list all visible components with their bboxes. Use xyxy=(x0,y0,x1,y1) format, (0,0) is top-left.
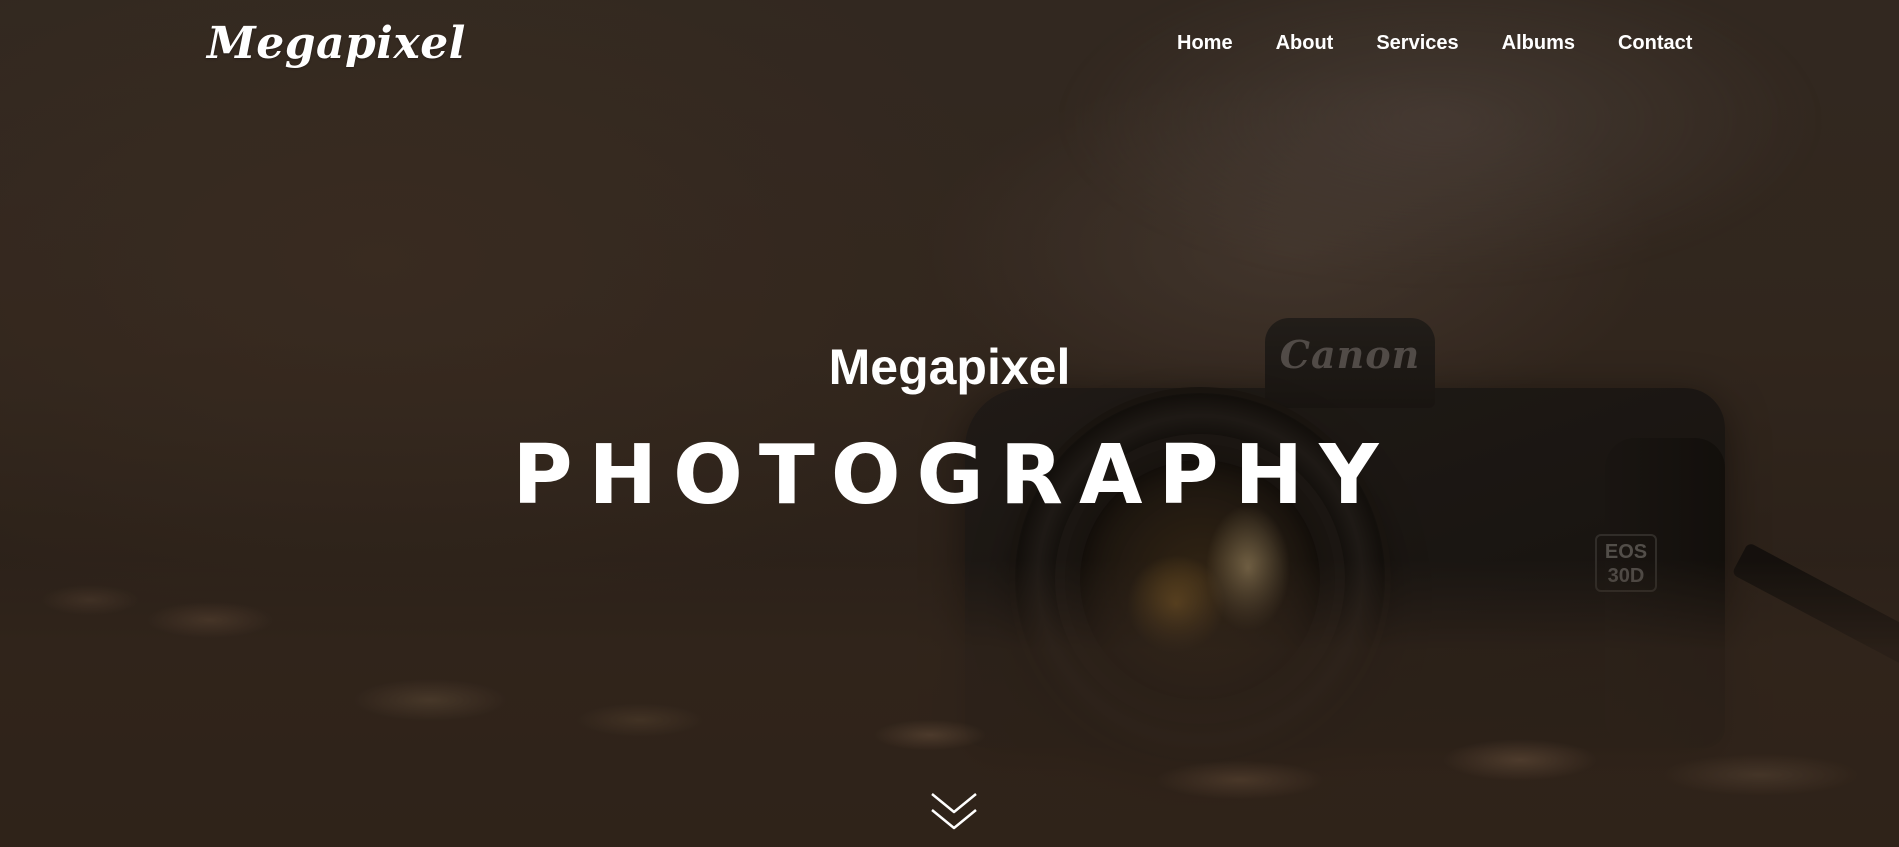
nav-item-services[interactable]: Services xyxy=(1376,32,1458,55)
scroll-down-arrows xyxy=(931,793,977,830)
nav-item-about[interactable]: About xyxy=(1276,32,1334,55)
hero-section: Canon EOS 30D Megapixel Home About Servi… xyxy=(0,0,1899,847)
hero-title: PHOTOGRAPHY xyxy=(512,428,1395,523)
nav-item-contact[interactable]: Contact xyxy=(1618,32,1692,55)
double-chevron-down-icon[interactable] xyxy=(928,788,980,836)
navbar: Megapixel Home About Services Albums Con… xyxy=(0,0,1899,92)
site-logo[interactable]: Megapixel xyxy=(207,18,466,69)
dark-overlay xyxy=(0,0,1899,847)
nav-item-albums[interactable]: Albums xyxy=(1502,32,1575,55)
nav-item-home[interactable]: Home xyxy=(1177,32,1233,55)
hero-subtitle: Megapixel xyxy=(828,339,1071,395)
nav-menu: Home About Services Albums Contact xyxy=(1177,32,1692,55)
